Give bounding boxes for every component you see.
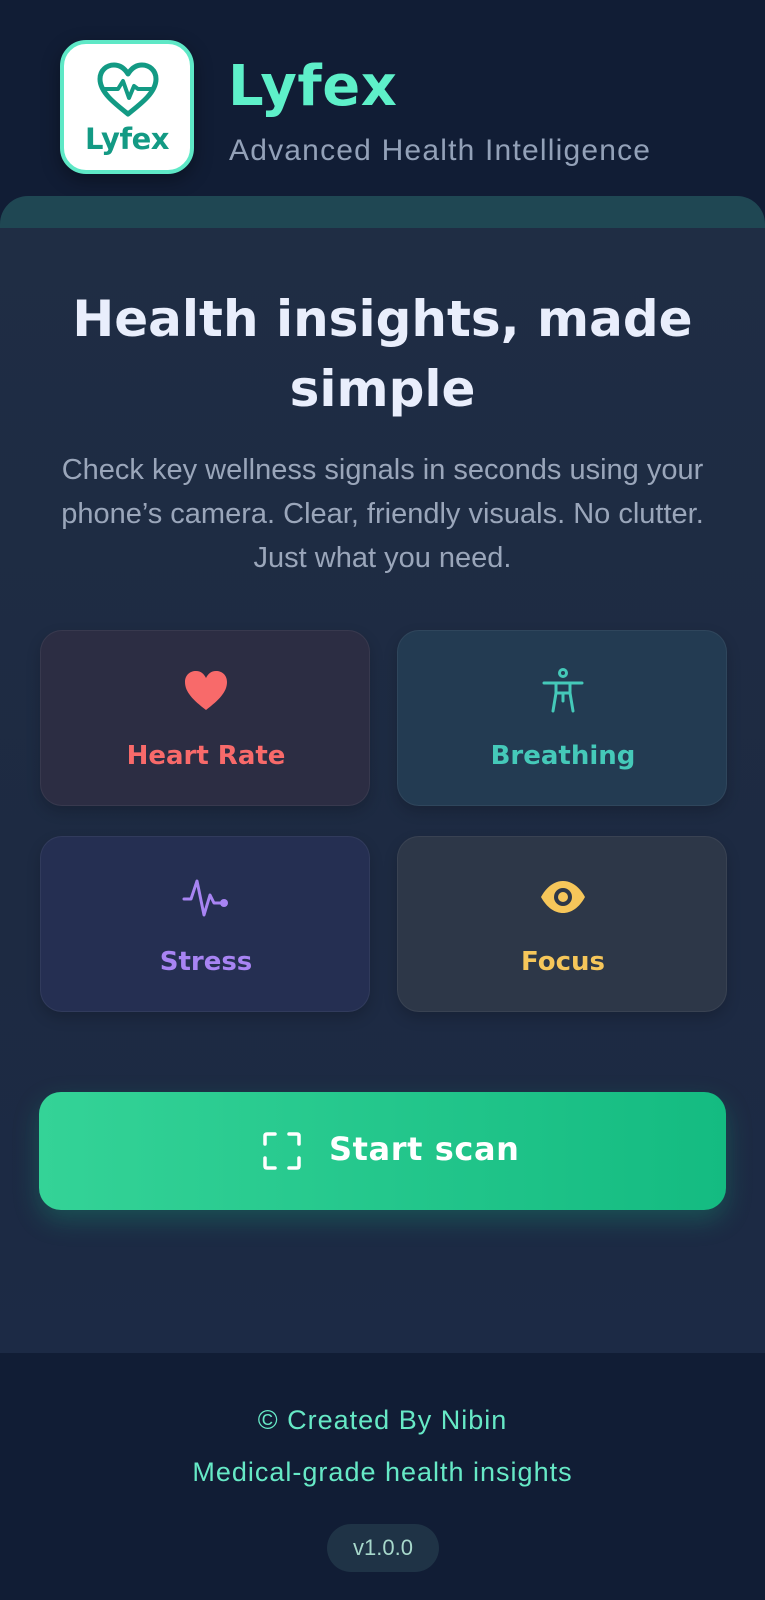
metric-tile-focus[interactable]: Focus — [397, 836, 727, 1012]
brand-name: Lyfex — [228, 54, 398, 119]
scan-frame-icon — [263, 1132, 301, 1170]
app-header: Lyfex Lyfex Advanced Health Intelligence — [0, 0, 765, 200]
heart-pulse-logo-icon — [97, 62, 159, 117]
app-footer: © Created By Nibin Medical-grade health … — [0, 1353, 765, 1600]
metric-label: Heart Rate — [126, 741, 286, 771]
metric-tile-stress[interactable]: Stress — [40, 836, 370, 1012]
hero-subtitle: Check key wellness signals in seconds us… — [61, 454, 704, 574]
metric-tile-heart-rate[interactable]: Heart Rate — [40, 630, 370, 806]
start-scan-label: Start scan — [329, 1130, 520, 1168]
eye-icon — [541, 881, 585, 913]
heart-icon — [185, 671, 227, 710]
app-logo: Lyfex — [60, 40, 194, 174]
pulse-icon — [182, 879, 228, 917]
version-badge: v1.0.0 — [327, 1524, 439, 1572]
metric-label: Breathing — [490, 741, 636, 771]
footer-tagline: Medical-grade health insights — [192, 1457, 573, 1487]
metric-label: Focus — [521, 947, 605, 977]
start-scan-button[interactable]: Start scan — [39, 1092, 726, 1210]
main-card: Health insights, made simple Check key w… — [0, 228, 765, 1353]
credit-text: © Created By Nibin — [257, 1405, 508, 1435]
app-screen: Lyfex Lyfex Advanced Health Intelligence… — [0, 0, 765, 1600]
hero-title: Health insights, made simple — [72, 290, 693, 418]
brand-tagline: Advanced Health Intelligence — [229, 134, 652, 167]
metric-tile-breathing[interactable]: Breathing — [397, 630, 727, 806]
person-icon — [542, 668, 584, 713]
metric-label: Stress — [159, 947, 253, 977]
logo-text: Lyfex — [85, 122, 169, 156]
